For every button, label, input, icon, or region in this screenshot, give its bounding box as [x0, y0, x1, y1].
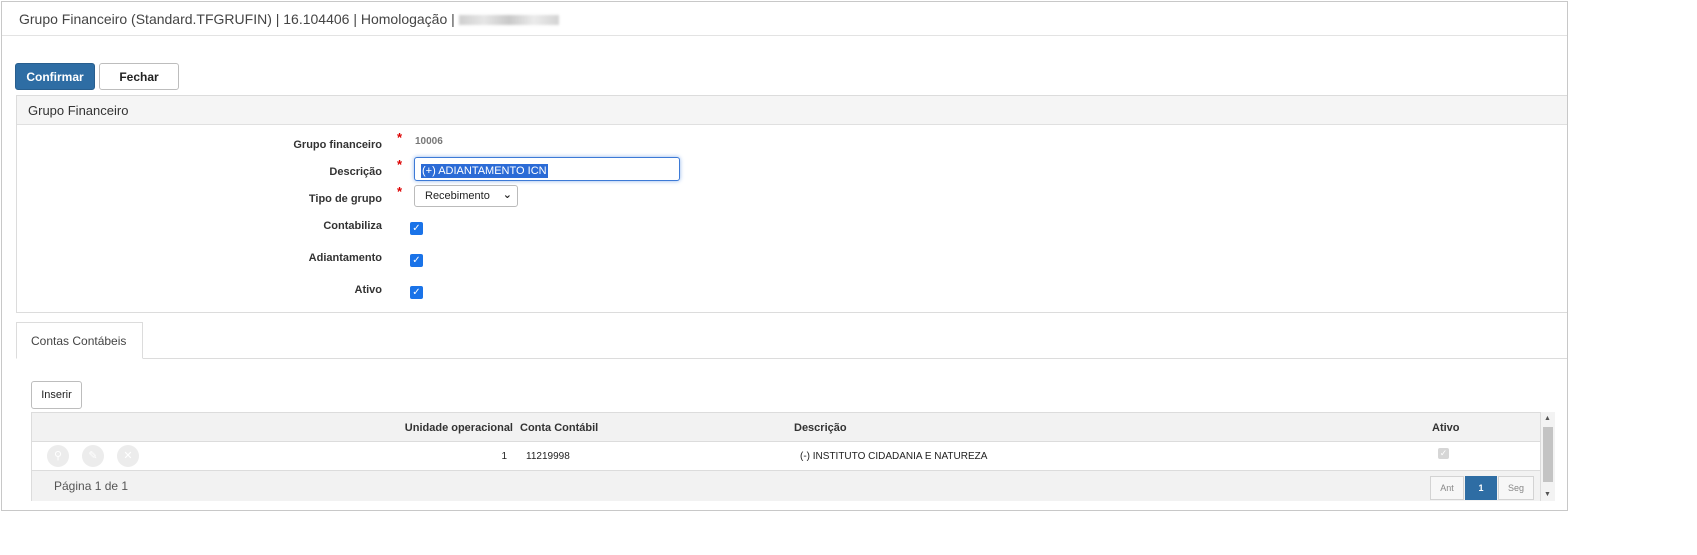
page-title: Grupo Financeiro (Standard.TFGRUFIN) | 1…: [19, 11, 559, 27]
table-row[interactable]: ⚲ ✎ ✕ 1 11219998 (-) INSTITUTO CIDADANIA…: [32, 442, 1540, 470]
required-mark: *: [397, 157, 403, 172]
column-ativo[interactable]: Ativo: [1432, 422, 1460, 434]
grupo-financeiro-label: Grupo financeiro: [293, 139, 382, 151]
grid-footer: Página 1 de 1 Ant 1 Seg: [32, 470, 1540, 501]
redacted-environment: [458, 15, 559, 26]
title-bar: Grupo Financeiro (Standard.TFGRUFIN) | 1…: [2, 2, 1567, 36]
contas-grid: Unidade operacional Conta Contábil Descr…: [31, 412, 1541, 501]
grid-scrollbar[interactable]: ▲ ▼: [1541, 412, 1555, 501]
ativo-label: Ativo: [354, 284, 383, 296]
column-unidade-operacional[interactable]: Unidade operacional: [405, 422, 513, 434]
scroll-down-icon[interactable]: ▼: [1544, 491, 1551, 498]
required-mark: *: [397, 130, 403, 145]
edit-icon[interactable]: ✎: [82, 445, 104, 467]
column-descricao[interactable]: Descrição: [794, 422, 847, 434]
page-title-text: Grupo Financeiro (Standard.TFGRUFIN) | 1…: [19, 11, 455, 27]
pager-current[interactable]: 1: [1465, 476, 1497, 500]
tab-contas-contabeis[interactable]: Contas Contábeis: [16, 322, 143, 359]
tab-bar: Contas Contábeis: [16, 322, 1567, 359]
required-mark: *: [397, 184, 403, 199]
descricao-input-value: (+) ADIANTAMENTO ICN: [421, 164, 548, 178]
cell-descricao: (-) INSTITUTO CIDADANIA E NATUREZA: [800, 451, 988, 462]
ativo-checkbox[interactable]: ✓: [410, 286, 423, 299]
search-icon[interactable]: ⚲: [47, 445, 69, 467]
cell-unidade: 1: [501, 451, 507, 462]
adiantamento-label: Adiantamento: [308, 252, 382, 264]
tipo-grupo-select[interactable]: Recebimento ⌄: [414, 185, 518, 207]
page-info: Página 1 de 1: [54, 479, 129, 493]
descricao-label: Descrição: [329, 166, 382, 178]
grid-header: Unidade operacional Conta Contábil Descr…: [32, 413, 1540, 442]
tipo-grupo-label: Tipo de grupo: [308, 193, 382, 205]
close-button[interactable]: Fechar: [99, 63, 179, 90]
pager-prev[interactable]: Ant: [1430, 476, 1464, 500]
confirm-button[interactable]: Confirmar: [15, 63, 95, 90]
contabiliza-label: Contabiliza: [323, 220, 382, 232]
panel-title: Grupo Financeiro: [17, 96, 1567, 125]
cell-conta: 11219998: [526, 451, 570, 462]
scroll-thumb[interactable]: [1543, 427, 1553, 482]
adiantamento-checkbox[interactable]: ✓: [410, 254, 423, 267]
contabiliza-checkbox[interactable]: ✓: [410, 222, 423, 235]
scroll-up-icon[interactable]: ▲: [1544, 415, 1551, 422]
grupo-financeiro-value: 10006: [415, 136, 443, 147]
remove-icon[interactable]: ✕: [117, 445, 139, 467]
chevron-down-icon: ⌄: [502, 189, 512, 201]
tipo-grupo-value: Recebimento: [425, 190, 490, 202]
insert-button[interactable]: Inserir: [31, 381, 82, 409]
column-conta-contabil[interactable]: Conta Contábil: [520, 422, 598, 434]
window: Grupo Financeiro (Standard.TFGRUFIN) | 1…: [1, 1, 1568, 511]
descricao-input[interactable]: (+) ADIANTAMENTO ICN: [414, 157, 680, 181]
cell-ativo-checkbox: ✓: [1438, 448, 1449, 459]
pager-next[interactable]: Seg: [1498, 476, 1534, 500]
